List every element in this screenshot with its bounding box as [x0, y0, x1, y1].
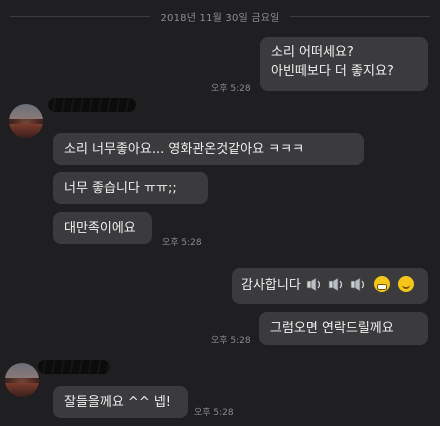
date-label: 2018년 11월 30일 금요일 [160, 12, 280, 24]
speaker-icon [350, 277, 365, 292]
avatar[interactable] [9, 104, 43, 138]
message-text: 너무 좋습니다 ㅠㅠ;; [64, 181, 177, 196]
outgoing-message-bubble[interactable]: 감사합니다 [232, 268, 428, 304]
redacted-sender-name [48, 98, 136, 112]
message-text: 아빈떼보다 더 좋지요? [271, 64, 394, 79]
message-text: 그럼오면 연락드릴께요 [270, 321, 394, 336]
message-time: 오후 5:28 [194, 408, 234, 418]
incoming-message-bubble[interactable]: 대만족이에요 [53, 212, 152, 244]
incoming-message-bubble[interactable]: 소리 너무좋아요... 영화관온것같아요 ㅋㅋㅋ [53, 133, 364, 165]
speaker-icon [306, 277, 321, 292]
message-text: 감사합니다 [241, 278, 301, 293]
grinning-face-icon [374, 276, 391, 292]
message-time: 오후 5:28 [162, 238, 202, 248]
message-text: 소리 어떠세요? [271, 45, 354, 60]
redacted-sender-name [38, 360, 110, 374]
divider [10, 15, 151, 17]
smiling-face-icon [397, 276, 414, 292]
speaker-icon [328, 277, 343, 292]
outgoing-message-bubble[interactable]: 소리 어떠세요? 아빈떼보다 더 좋지요? [260, 37, 428, 91]
outgoing-message-bubble[interactable]: 그럼오면 연락드릴께요 [259, 312, 428, 345]
message-time: 오후 5:28 [211, 84, 251, 94]
message-text: 대만족이에요 [64, 221, 136, 236]
date-separator: 2018년 11월 30일 금요일 [0, 8, 440, 24]
message-text: 잘들을께요 ^^ 넵! [64, 395, 172, 410]
message-text: 소리 너무좋아요... 영화관온것같아요 ㅋㅋㅋ [64, 142, 305, 157]
incoming-message-bubble[interactable]: 너무 좋습니다 ㅠㅠ;; [53, 172, 208, 204]
message-time: 오후 5:28 [211, 336, 251, 346]
avatar[interactable] [5, 363, 39, 397]
divider [289, 15, 431, 17]
incoming-message-bubble[interactable]: 잘들을께요 ^^ 넵! [53, 386, 188, 418]
